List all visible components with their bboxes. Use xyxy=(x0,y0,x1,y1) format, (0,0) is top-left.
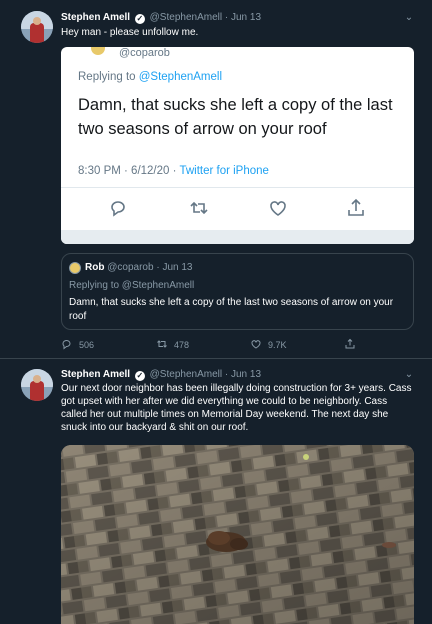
screenshot-time: 8:30 PM · 6/12/20 · xyxy=(78,165,180,177)
tweet[interactable]: Stephen Amell ✓ @StephenAmell · Jun 13 ⌄… xyxy=(0,0,432,358)
avatar xyxy=(69,262,81,274)
quoted-replying-to: Replying to @StephenAmell xyxy=(69,280,195,291)
reply-icon xyxy=(111,201,125,217)
quoted-tweet-date: Jun 13 xyxy=(162,262,193,273)
share-button[interactable] xyxy=(344,338,362,352)
quoted-author-handle: @coparob xyxy=(107,262,154,273)
roof-photo-graphic xyxy=(61,445,414,624)
author-name[interactable]: Stephen Amell xyxy=(61,369,130,380)
chevron-down-icon[interactable]: ⌄ xyxy=(403,369,415,381)
avatar[interactable] xyxy=(21,369,53,401)
verified-icon: ✓ xyxy=(134,14,145,24)
replying-handle: @StephenAmell xyxy=(138,71,223,83)
separator-dot: · xyxy=(156,262,160,273)
tweet-text: Our next door neighbor has been illegall… xyxy=(61,383,412,433)
reply-count: 506 xyxy=(79,340,95,350)
tweet-text: Hey man - please unfollow me. xyxy=(61,27,199,38)
verified-icon: ✓ xyxy=(134,371,145,381)
author-handle[interactable]: @StephenAmell xyxy=(150,12,222,23)
heart-icon xyxy=(251,340,261,349)
screenshot-source: Twitter for iPhone xyxy=(179,165,269,177)
chevron-down-icon[interactable]: ⌄ xyxy=(403,12,415,24)
tweet-action-bar: 506 478 9.7K xyxy=(61,338,381,352)
retweet-icon xyxy=(190,201,208,215)
quoted-tweet-header: Rob @coparob · Jun 13 xyxy=(85,262,192,273)
author-name[interactable]: Stephen Amell xyxy=(61,12,130,23)
heart-icon xyxy=(270,201,286,216)
reply-icon xyxy=(62,340,71,350)
retweet-icon xyxy=(157,340,167,348)
screenshot-action-bar xyxy=(61,197,414,221)
tweet-header: Stephen Amell ✓ @StephenAmell · Jun 13 xyxy=(61,12,261,24)
quoted-tweet-text: Damn, that sucks she left a copy of the … xyxy=(69,297,394,322)
retweet-button[interactable]: 478 xyxy=(156,338,189,352)
tweet-date[interactable]: Jun 13 xyxy=(231,12,261,23)
tweet-header: Stephen Amell ✓ @StephenAmell · Jun 13 xyxy=(61,369,261,381)
screenshot-bottom-bar xyxy=(61,230,414,244)
author-handle[interactable]: @StephenAmell xyxy=(150,369,222,380)
avatar xyxy=(89,47,107,57)
screenshot-handle: @coparob xyxy=(119,47,170,59)
retweet-count: 478 xyxy=(174,340,190,350)
screenshot-replying-to: Replying to @StephenAmell xyxy=(78,71,222,83)
replying-prefix: Replying to xyxy=(78,71,139,83)
tweet-image-photo[interactable] xyxy=(61,445,414,624)
share-icon xyxy=(345,338,355,349)
separator-dot: · xyxy=(224,12,229,23)
tweet-date[interactable]: Jun 13 xyxy=(231,369,261,380)
divider xyxy=(61,187,414,188)
avatar[interactable] xyxy=(21,11,53,43)
screenshot-timestamp: 8:30 PM · 6/12/20 · Twitter for iPhone xyxy=(78,165,269,177)
like-count: 9.7K xyxy=(268,340,287,350)
separator-dot: · xyxy=(224,369,229,380)
quoted-author-name: Rob xyxy=(85,262,105,273)
screenshot-tweet-text: Damn, that sucks she left a copy of the … xyxy=(78,96,393,138)
reply-button[interactable]: 506 xyxy=(61,338,94,352)
quoted-tweet[interactable]: Rob @coparob · Jun 13 Replying to @Steph… xyxy=(61,253,414,330)
share-icon xyxy=(348,198,364,216)
tweet-image-screenshot[interactable]: @coparob Replying to @StephenAmell Damn,… xyxy=(61,47,414,244)
like-button[interactable]: 9.7K xyxy=(250,338,287,352)
